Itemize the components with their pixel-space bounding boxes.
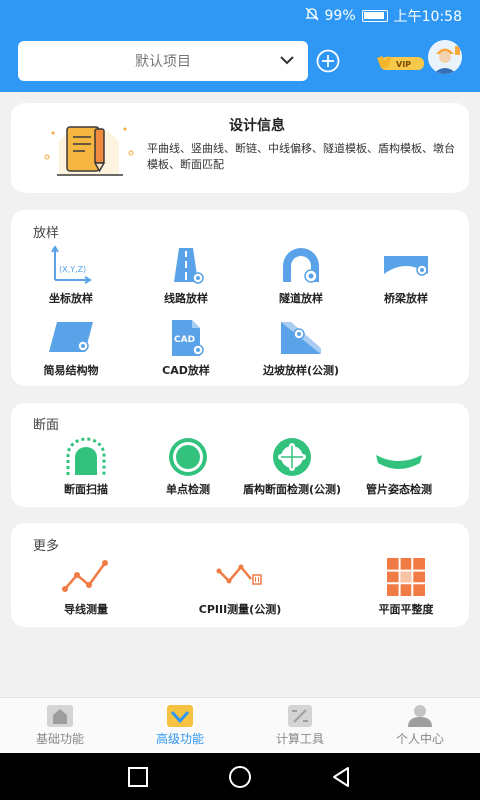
app-header: 默认项目 VIP (0, 32, 480, 92)
design-document-icon (44, 126, 134, 176)
road-icon (174, 248, 204, 284)
slope-icon (281, 322, 321, 354)
traverse-line-icon (62, 560, 108, 592)
chevron-down-icon (280, 56, 294, 65)
simple-structure-item[interactable]: 简易结构物 (16, 318, 126, 378)
clock: 上午10:58 (393, 9, 462, 25)
simple-structure-label: 简易结构物 (43, 364, 99, 377)
bridge-stakeout-label: 桥梁放样 (384, 292, 428, 305)
coordinate-stakeout-label: 坐标放样 (49, 292, 93, 305)
shield-section-check-label: 盾构断面检测(公测) (242, 483, 342, 496)
nav-calc-tools[interactable]: 计算工具 (240, 698, 360, 753)
coordinate-stakeout-item[interactable]: (X,Y,Z) 坐标放样 (16, 246, 126, 306)
shield-section-icon (273, 438, 311, 476)
segment-attitude-icon (376, 455, 422, 469)
tunnel-stakeout-label: 隧道放样 (279, 292, 323, 305)
bridge-icon (384, 256, 428, 276)
section-title-more: 更多 (33, 539, 60, 554)
tunnel-icon (283, 248, 319, 283)
section-title-stakeout: 放样 (33, 226, 60, 241)
section-scan-label: 断面扫描 (64, 483, 108, 496)
cad-file-icon: CAD (172, 320, 204, 356)
grid-flatness-icon (387, 558, 425, 596)
section-scan-item[interactable]: 断面扫描 (31, 437, 141, 497)
project-dropdown[interactable]: 默认项目 (18, 41, 308, 81)
single-point-check-item[interactable]: 单点检测 (133, 437, 243, 497)
mute-icon (304, 7, 319, 25)
flatness-label: 平面平整度 (378, 603, 434, 616)
route-stakeout-label: 线路放样 (164, 292, 208, 305)
system-nav-bar (0, 753, 480, 800)
design-info-description: 平曲线、竖曲线、断链、中线偏移、隧道模板、盾构模板、墩台模板、断面匹配 (147, 142, 455, 171)
single-point-icon (169, 438, 207, 476)
cad-stakeout-item[interactable]: CAD CAD放样 (131, 318, 241, 378)
nav-calc-tools-label: 计算工具 (275, 732, 324, 746)
back-icon[interactable] (330, 765, 352, 789)
stakeout-card: 放样 (X,Y,Z) 坐标放样 线路放样 隧道放样 桥梁放样 简易结构物 CAD… (11, 210, 469, 386)
structure-icon (49, 322, 93, 352)
nav-basic-functions-label: 基础功能 (35, 732, 84, 746)
nav-personal-center[interactable]: 个人中心 (360, 698, 480, 753)
cpiii-survey-label: CPIII测量(公测) (198, 603, 282, 616)
traverse-survey-label: 导线测量 (64, 603, 108, 616)
user-icon (408, 705, 432, 727)
tunnel-stakeout-item[interactable]: 隧道放样 (246, 246, 356, 306)
more-card: 更多 导线测量 CPIII测量(公测) 平面平整度 (11, 523, 469, 627)
battery-icon (361, 10, 388, 22)
cad-stakeout-label: CAD放样 (162, 364, 210, 377)
slope-stakeout-item[interactable]: 边坡放样(公测) (246, 318, 356, 378)
calculator-icon (288, 705, 312, 727)
design-info-card[interactable]: 设计信息 平曲线、竖曲线、断链、中线偏移、隧道模板、盾构模板、墩台模板、断面匹配 (11, 103, 469, 193)
flatness-item[interactable]: 平面平整度 (351, 557, 461, 617)
recent-apps-icon[interactable] (127, 766, 149, 788)
home-button-icon[interactable] (228, 765, 252, 789)
shield-section-check-item[interactable]: 盾构断面检测(公测) (237, 437, 347, 497)
cpiii-survey-item[interactable]: CPIII测量(公测) (185, 557, 295, 617)
project-name: 默认项目 (135, 54, 191, 70)
slope-stakeout-label: 边坡放样(公测) (262, 364, 340, 377)
nav-advanced-functions-label: 高级功能 (155, 732, 204, 746)
cad-icon-label: CAD (174, 335, 195, 345)
home-icon (47, 705, 73, 727)
nav-advanced-functions[interactable]: 高级功能 (120, 698, 240, 753)
bottom-nav: 基础功能 高级功能 计算工具 个人中心 (0, 697, 480, 753)
status-bar: 99% 上午10:58 (0, 0, 480, 32)
coordinate-axis-icon: (X,Y,Z) (51, 246, 92, 284)
cross-section-card: 断面 断面扫描 单点检测 盾构断面检测(公测) 管片姿态检测 (11, 403, 469, 507)
section-scan-icon (66, 437, 106, 475)
avatar[interactable] (428, 40, 462, 74)
segment-attitude-check-label: 管片姿态检测 (366, 483, 432, 496)
vip-text: VIP (396, 60, 411, 69)
advanced-icon (167, 705, 193, 727)
cpiii-line-icon (216, 564, 262, 585)
segment-attitude-check-item[interactable]: 管片姿态检测 (344, 437, 454, 497)
traverse-survey-item[interactable]: 导线测量 (31, 557, 141, 617)
vip-badge[interactable]: VIP (376, 54, 426, 72)
nav-basic-functions[interactable]: 基础功能 (0, 698, 120, 753)
battery-percent: 99% (324, 8, 356, 24)
add-project-icon[interactable] (316, 49, 340, 73)
section-title-cross-section: 断面 (33, 418, 60, 433)
bridge-stakeout-item[interactable]: 桥梁放样 (351, 246, 461, 306)
coordinate-icon-label: (X,Y,Z) (59, 265, 86, 274)
single-point-check-label: 单点检测 (166, 483, 210, 496)
design-info-title: 设计信息 (229, 118, 285, 134)
nav-personal-center-label: 个人中心 (395, 732, 444, 746)
route-stakeout-item[interactable]: 线路放样 (131, 246, 241, 306)
